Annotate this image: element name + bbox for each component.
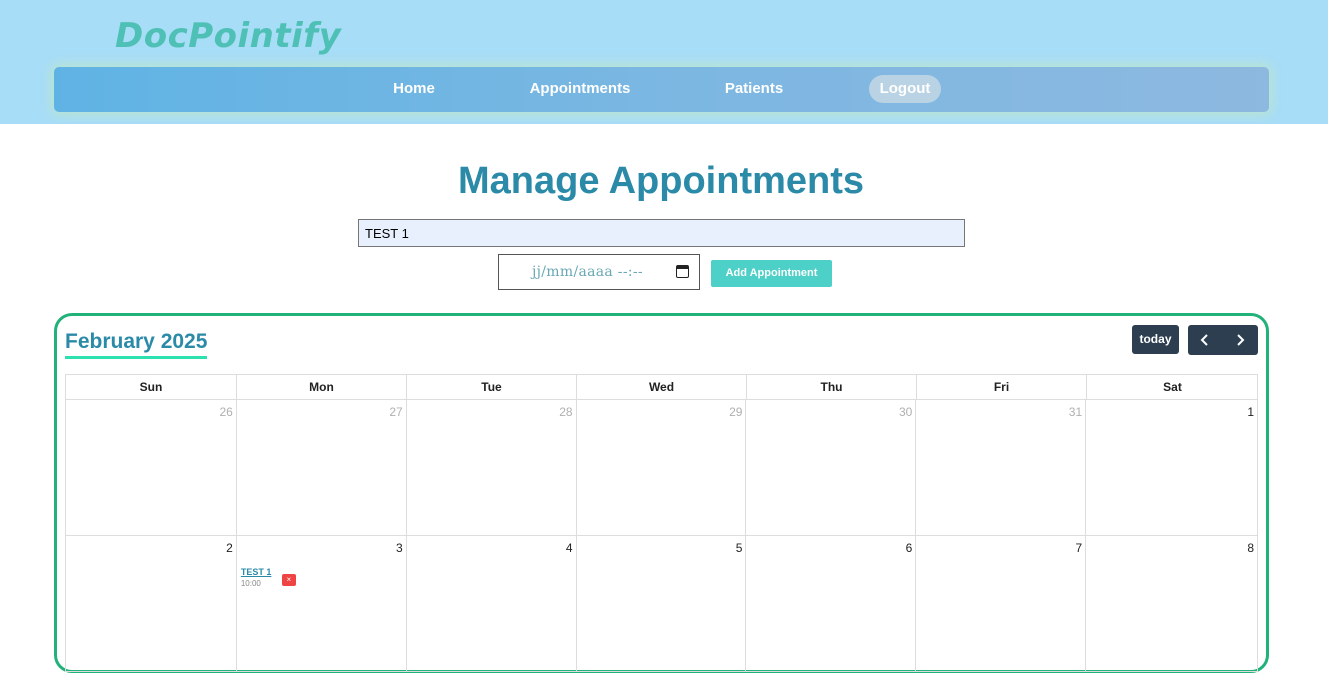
datetime-placeholder: jj/mm/aaaa --:-- <box>532 264 643 280</box>
add-appointment-button[interactable]: Add Appointment <box>711 260 832 287</box>
calendar-day-cell[interactable]: 27 <box>237 400 407 535</box>
chevron-left-icon <box>1200 334 1208 346</box>
calendar-week-row: 26 27 28 29 30 31 1 <box>66 400 1257 536</box>
weekday-header: Fri <box>917 375 1087 399</box>
calendar-day-cell[interactable]: 26 <box>66 400 237 535</box>
patient-name-input[interactable] <box>358 219 965 247</box>
day-number: 3 <box>396 541 403 555</box>
nav-patients-link[interactable]: Patients <box>718 75 790 103</box>
calendar-day-cell[interactable]: 29 <box>577 400 747 535</box>
calendar-day-cell[interactable]: 31 <box>916 400 1087 535</box>
day-number: 8 <box>1247 541 1255 555</box>
calendar-picker-icon[interactable] <box>676 265 689 278</box>
nav-home-link[interactable]: Home <box>384 75 444 103</box>
weekday-header: Mon <box>237 375 407 399</box>
weekday-header: Sat <box>1163 380 1182 394</box>
calendar-day-cell[interactable]: 1 <box>1086 400 1257 535</box>
weekday-header: Wed <box>577 375 747 399</box>
day-number: 7 <box>1075 541 1083 555</box>
day-number: 4 <box>565 541 573 555</box>
calendar-day-cell[interactable]: 7 <box>916 536 1087 671</box>
month-nav-group <box>1188 325 1258 355</box>
day-number: 5 <box>735 541 743 555</box>
calendar-day-cell[interactable]: 6 <box>746 536 917 671</box>
calendar-day-cell[interactable]: 4 <box>407 536 577 671</box>
calendar-day-cell[interactable]: 28 <box>407 400 577 535</box>
weekday-header: Tue <box>407 375 577 399</box>
day-number: 2 <box>226 541 233 555</box>
day-number: 27 <box>389 405 403 419</box>
day-number: 6 <box>905 541 913 555</box>
calendar-day-cell[interactable]: 5 <box>577 536 747 671</box>
header: DocPointify Home Appointments Patients L… <box>0 0 1328 124</box>
weekday-header-row: Sun Mon Tue Wed Thu Fri Sat <box>66 375 1257 400</box>
event-time: 10:00 <box>240 579 261 588</box>
calendar-grid: Sun Mon Tue Wed Thu Fri Sat 26 27 28 29 … <box>65 374 1258 672</box>
day-number: 1 <box>1247 405 1255 419</box>
calendar-month-title: February 2025 <box>65 330 208 359</box>
day-number: 29 <box>729 405 743 419</box>
chevron-right-icon <box>1237 334 1245 346</box>
weekday-header: Thu <box>747 375 917 399</box>
nav-appointments-link[interactable]: Appointments <box>524 75 636 103</box>
next-month-button[interactable] <box>1223 325 1258 355</box>
logout-button[interactable]: Logout <box>869 75 941 103</box>
appointment-event[interactable]: TEST 1 10:00 × <box>240 567 296 588</box>
delete-event-button[interactable]: × <box>281 574 296 586</box>
page-title: Manage Appointments <box>457 160 865 202</box>
day-number: 26 <box>219 405 233 419</box>
calendar-week-row: 2 3 TEST 1 10:00 × 4 5 6 7 8 <box>66 536 1257 672</box>
today-button[interactable]: today <box>1132 325 1179 354</box>
main-nav: Home Appointments Patients Logout <box>54 67 1269 112</box>
datetime-input[interactable]: jj/mm/aaaa --:-- <box>498 254 700 290</box>
weekday-header: Sun <box>66 375 237 399</box>
calendar-day-cell[interactable]: 30 <box>746 400 917 535</box>
calendar-day-cell[interactable]: 3 TEST 1 10:00 × <box>237 536 407 671</box>
day-number: 30 <box>898 405 913 419</box>
calendar: February 2025 today Sun Mon Tue Wed Thu … <box>54 313 1269 673</box>
day-number: 28 <box>559 405 573 419</box>
calendar-day-cell[interactable]: 8 <box>1086 536 1257 671</box>
day-number: 31 <box>1068 405 1083 419</box>
calendar-day-cell[interactable]: 2 <box>66 536 237 671</box>
event-title[interactable]: TEST 1 <box>241 567 272 577</box>
brand-logo[interactable]: DocPointify <box>115 16 341 56</box>
prev-month-button[interactable] <box>1188 325 1223 355</box>
